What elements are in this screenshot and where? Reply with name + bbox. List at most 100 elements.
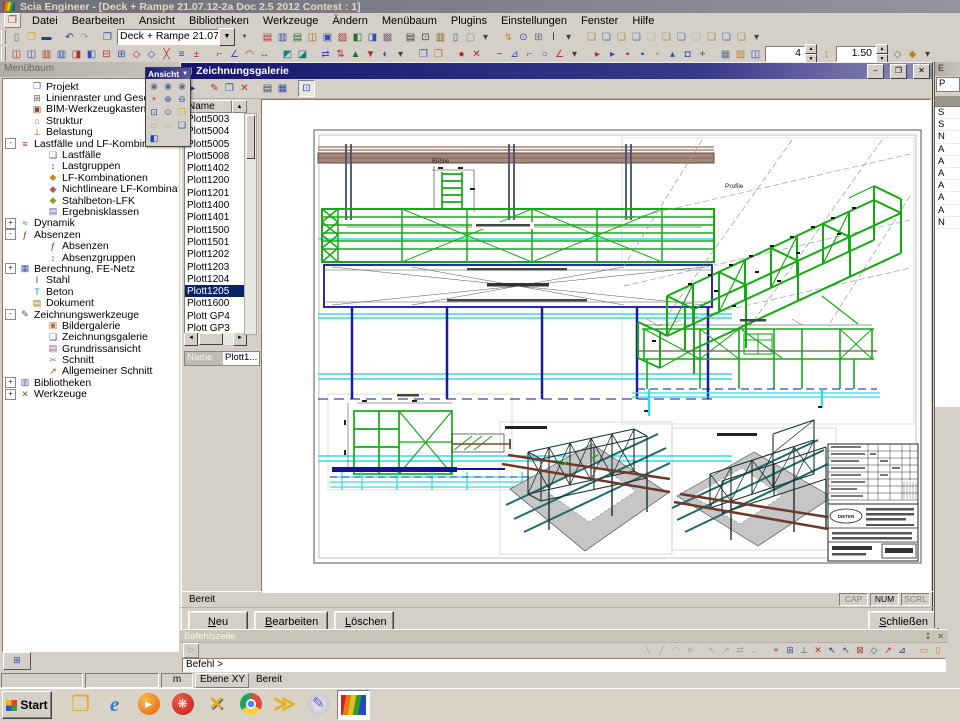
- snap-perp-icon[interactable]: ⊥: [797, 644, 811, 657]
- more-icon[interactable]: ▾: [749, 30, 764, 45]
- tree-expander[interactable]: -: [5, 229, 16, 240]
- tree-item[interactable]: - ƒ Absenzen: [3, 229, 178, 240]
- more-icon[interactable]: ▾: [920, 47, 935, 62]
- copy-drawing-icon[interactable]: ❐: [222, 81, 237, 96]
- menu-item[interactable]: Fenster: [574, 15, 625, 27]
- property-row[interactable]: A: [935, 156, 960, 168]
- toolbar-icon[interactable]: ❏: [659, 30, 674, 45]
- befehlszeile-caption[interactable]: Befehlszeile ↧ ✕: [180, 630, 948, 643]
- snap-mid-icon[interactable]: ◇: [867, 644, 881, 657]
- active-members-spinner[interactable]: 4 ▲▼: [765, 46, 817, 62]
- toolbar-icon[interactable]: ◩: [280, 47, 295, 62]
- redo-icon[interactable]: ↷: [77, 30, 92, 45]
- property-row[interactable]: S: [935, 119, 960, 131]
- snap-icon[interactable]: ◠: [669, 644, 683, 657]
- toolbar-icon[interactable]: ◨: [69, 47, 84, 62]
- property-row[interactable]: A: [935, 192, 960, 204]
- toolbar-icon[interactable]: ○: [537, 47, 552, 62]
- toolbar-icon[interactable]: ≡: [174, 47, 189, 62]
- plot-list-item[interactable]: Plott GP4: [185, 310, 246, 322]
- snap-point-icon[interactable]: +: [769, 644, 783, 657]
- toolbar-icon[interactable]: ▤: [290, 30, 305, 45]
- pin-icon[interactable]: ↧: [925, 632, 932, 641]
- toolbar-icon[interactable]: ●: [454, 47, 469, 62]
- plot-list-hscrollbar[interactable]: ◄ ►: [184, 333, 247, 345]
- menu-item[interactable]: Ändern: [325, 15, 374, 27]
- tree-item[interactable]: T Beton: [3, 286, 178, 297]
- toolbar-icon[interactable]: ▴: [665, 47, 680, 62]
- plot-list-item[interactable]: Plott1200: [185, 174, 246, 186]
- plot-list-item[interactable]: Plott GP3: [185, 322, 246, 333]
- toolbar-icon[interactable]: ▩: [380, 30, 395, 45]
- toolbar-icon[interactable]: ◠: [242, 47, 257, 62]
- more-icon[interactable]: ▾: [561, 30, 576, 45]
- nav-arrow-icon[interactable]: ▷: [183, 643, 199, 658]
- view-disabled-icon[interactable]: ▭: [147, 119, 161, 132]
- toolbar-icon[interactable]: ◆: [905, 47, 920, 62]
- toolbar-icon[interactable]: ▥: [275, 30, 290, 45]
- spinner-up-icon[interactable]: ▲: [876, 44, 888, 54]
- toolbar-icon[interactable]: ❐: [416, 47, 431, 62]
- toolbar-icon[interactable]: ▼: [363, 47, 378, 62]
- view-doc-icon[interactable]: ❏: [175, 119, 189, 132]
- snap-icon[interactable]: ↖: [705, 644, 719, 657]
- property-row[interactable]: A: [935, 168, 960, 180]
- taskbar-app[interactable]: [235, 690, 266, 718]
- scale-spinner[interactable]: 1.50 ▲▼: [836, 46, 888, 62]
- toolbar-icon[interactable]: ◐: [378, 47, 393, 62]
- toolbar-icon[interactable]: ▯: [448, 30, 463, 45]
- plot-list-item[interactable]: Plott5004: [185, 125, 246, 137]
- menu-item[interactable]: Datei: [25, 15, 65, 27]
- combobox-dropdown-icon[interactable]: ▼: [219, 28, 235, 46]
- properties-combobox[interactable]: P: [936, 77, 960, 92]
- toolbar-icon[interactable]: ▨: [335, 30, 350, 45]
- toolbar-icon[interactable]: ∠: [552, 47, 567, 62]
- print-drawing-icon[interactable]: ▤: [260, 81, 275, 96]
- tree-item[interactable]: Ⅰ Stahl: [3, 275, 178, 286]
- toolbar-grip[interactable]: [1, 47, 6, 61]
- menu-item[interactable]: Bearbeiten: [65, 15, 132, 27]
- toolbar-icon[interactable]: ◨: [365, 30, 380, 45]
- axes-icon[interactable]: +: [147, 93, 161, 106]
- toolbar-icon[interactable]: ❏: [644, 30, 659, 45]
- toolbar-icon[interactable]: ❏: [674, 30, 689, 45]
- toolbar-icon[interactable]: ◫: [9, 47, 24, 62]
- toolbar-icon[interactable]: −: [492, 47, 507, 62]
- snap-icon[interactable]: ╲: [641, 644, 655, 657]
- property-row[interactable]: A: [935, 144, 960, 156]
- plot-list-vscrollbar[interactable]: [244, 113, 257, 335]
- toolbar-icon[interactable]: +: [695, 47, 710, 62]
- more-icon[interactable]: ▾: [478, 30, 493, 45]
- toolbar-icon[interactable]: ◇: [890, 47, 905, 62]
- toolbar-icon[interactable]: ⇅: [333, 47, 348, 62]
- toolbar-icon[interactable]: ⊿: [507, 47, 522, 62]
- view-icon[interactable]: ◉: [161, 80, 175, 93]
- save-icon[interactable]: ▬: [39, 30, 54, 45]
- plane-cell[interactable]: Ebene XY: [195, 673, 249, 688]
- spinner-up-icon[interactable]: ▲: [805, 44, 817, 54]
- plot-list-item[interactable]: Plott1201: [185, 187, 246, 199]
- toolbar-icon[interactable]: ✕: [469, 47, 484, 62]
- new-icon[interactable]: ▯: [9, 30, 24, 45]
- hscroll-thumb[interactable]: [199, 333, 223, 345]
- toolbar-icon[interactable]: ∠: [227, 47, 242, 62]
- edit-button[interactable]: Bearbeiten: [254, 611, 328, 631]
- close-icon[interactable]: ✕: [937, 632, 944, 641]
- toolbar-icon[interactable]: ◫: [24, 47, 39, 62]
- plot-list-item[interactable]: Plott5005: [185, 138, 246, 150]
- snap-grid-icon[interactable]: ⊞: [783, 644, 797, 657]
- plot-list-item[interactable]: Plott1402: [185, 162, 246, 174]
- delete-button[interactable]: Löschen: [334, 611, 394, 631]
- toolbar-icon[interactable]: ▸: [605, 47, 620, 62]
- snap-cursor-icon[interactable]: ↖: [839, 644, 853, 657]
- toolbar-icon[interactable]: ◇: [144, 47, 159, 62]
- snap-icon[interactable]: ⇄: [733, 644, 747, 657]
- taskbar-app[interactable]: e: [99, 690, 130, 718]
- zoom-all-icon[interactable]: ⊙: [161, 106, 175, 119]
- project-combobox[interactable]: Deck + Rampe 21.07 ▼: [117, 29, 235, 45]
- delete-drawing-icon[interactable]: ✕: [237, 81, 252, 96]
- toolbar-icon[interactable]: ⌐: [212, 47, 227, 62]
- ansicht-palette-title[interactable]: Ansicht ▼: [146, 68, 190, 79]
- toolbar-icon[interactable]: ▫: [650, 47, 665, 62]
- plot-list-item[interactable]: Plott1501: [185, 236, 246, 248]
